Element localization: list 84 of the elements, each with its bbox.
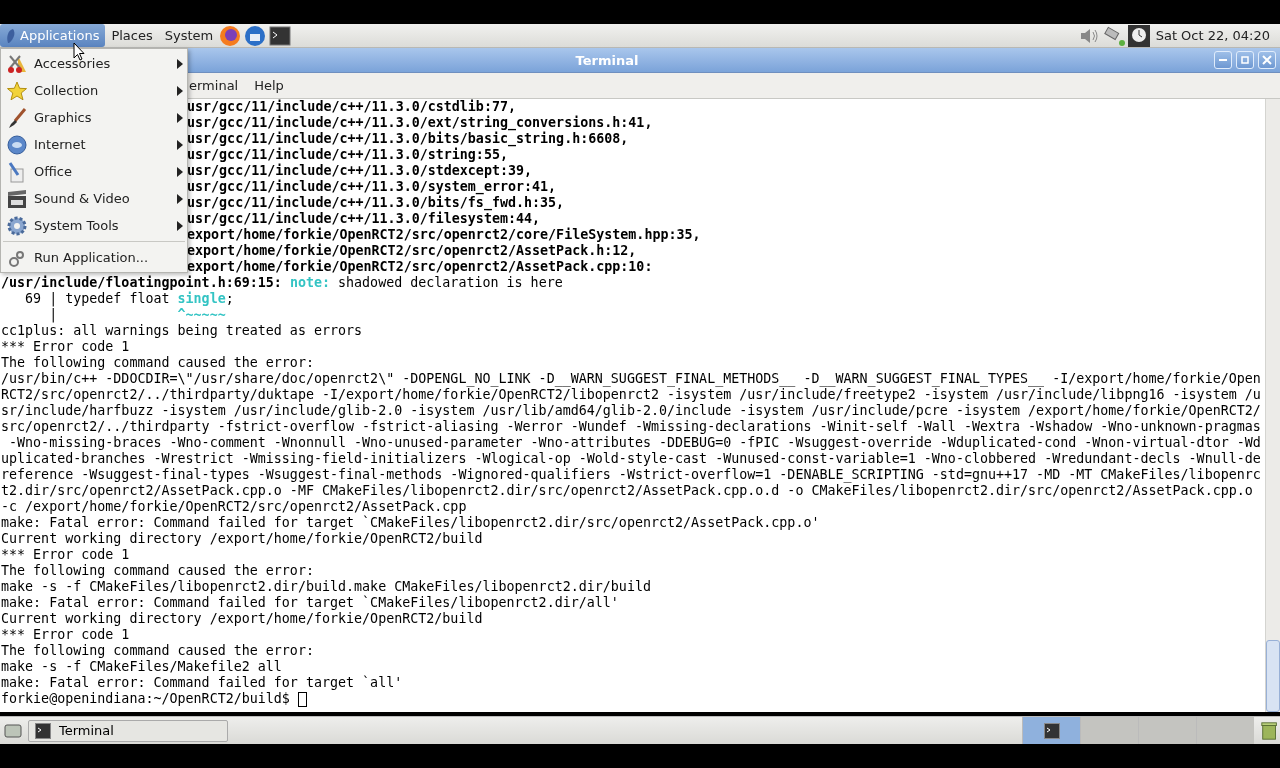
thunderbird-icon xyxy=(244,24,267,47)
terminal-line: export/home/forkie/OpenRCT2/src/openrct2/AssetPack.cpp:10: xyxy=(187,259,653,275)
terminal-line: make: Fatal error: Command failed for target `CMakeFiles/libopenrct2.dir/src/openrct2/AssetPack.cpp.o' xyxy=(1,515,820,531)
trash-icon xyxy=(1260,719,1280,742)
clapper-icon xyxy=(6,187,28,210)
star-icon xyxy=(6,79,28,102)
menu-item[interactable]: erminal xyxy=(187,78,241,93)
menu-entry[interactable]: System Tools xyxy=(1,212,187,239)
terminal-line: make: Fatal error: Command failed for target `all' xyxy=(1,675,403,691)
maximize-icon xyxy=(1241,56,1249,64)
scrollbar-thumb[interactable] xyxy=(1266,640,1280,712)
menu-item[interactable]: Help xyxy=(252,78,286,93)
terminal-line: make -s -f CMakeFiles/Makefile2 all xyxy=(1,659,282,675)
brush-icon xyxy=(6,106,28,129)
menu-entry[interactable]: Collection xyxy=(1,77,187,104)
minimize-icon xyxy=(1219,59,1227,61)
terminal-line: t2.dir/src/openrct2/AssetPack.cpp.o -MF CMakeFiles/libopenrct2.dir/src/openrct2/AssetPack.cpp.o.d -o CMakeFiles/libopenrct2.dir/src/openrct2/AssetPack.cpp.o xyxy=(1,483,1253,499)
menu-entry[interactable]: Run Application... xyxy=(1,244,187,271)
terminal-line: usr/gcc/11/include/c++/11.3.0/system_error:41, xyxy=(187,179,557,195)
workspace-button[interactable] xyxy=(1080,716,1138,745)
clock-icon xyxy=(1127,24,1150,47)
terminal-line: uplicated-branches -Wrestrict -Wmissing-field-initializers -Wlogical-op -Wold-style-cast -Wunused-const-variable=1 -Wno-clobbered -Wredundant-decls -Wnull-de xyxy=(1,451,1261,467)
menu-entry[interactable]: Sound & Video xyxy=(1,185,187,212)
maximize-button[interactable] xyxy=(1236,51,1254,69)
minimize-button[interactable] xyxy=(1214,51,1232,69)
workspace-button[interactable] xyxy=(1196,716,1254,745)
terminal-line: usr/gcc/11/include/c++/11.3.0/ext/string_conversions.h:41, xyxy=(187,115,653,131)
submenu-arrow-icon xyxy=(177,58,183,69)
menu-entry[interactable]: Graphics xyxy=(1,104,187,131)
terminal-line: /usr/bin/c++ -DDOCDIR=\"/usr/share/doc/openrct2\" -DOPENGL_NO_LINK -D__WARN_SUGGEST_FINAL_METHODS__ -D__WARN_SUGGEST_FINAL_TYPES__ -I/export/home/forkie/Open xyxy=(1,371,1261,387)
submenu-arrow-icon xyxy=(177,85,183,96)
workspace-button[interactable] xyxy=(1022,716,1080,745)
menu-entry[interactable]: Internet xyxy=(1,131,187,158)
terminal-icon xyxy=(35,722,51,739)
terminal-icon xyxy=(1043,722,1060,739)
terminal-line: The following command caused the error: xyxy=(1,563,314,579)
terminal-line: *** Error code 1 xyxy=(1,339,130,355)
terminal-line: /usr/include/floatingpoint.h:69:15: note: shadowed declaration is here xyxy=(1,275,563,291)
submenu-arrow-icon xyxy=(177,166,183,177)
terminal-line: Current working directory /export/home/forkie/OpenRCT2/build xyxy=(1,611,483,627)
terminal-line: -c /export/home/forkie/OpenRCT2/src/openrct2/AssetPack.cpp xyxy=(1,499,467,515)
terminal-line: cc1plus: all warnings being treated as errors xyxy=(1,323,363,339)
terminal-line: src/openrct2/../thirdparty -fstrict-overflow -fstrict-aliasing -Werror -Wundef -Wmissing-declarations -Winit-self -Wall -Wextra -Wshadow -Wno-unknown-pragmas xyxy=(1,419,1261,435)
clock-text[interactable]: Sat Oct 22, 04:20 xyxy=(1149,28,1280,43)
terminal-line: 69 | typedef float single; xyxy=(24,291,234,307)
terminal-line: The following command caused the error: xyxy=(1,355,314,371)
terminal-line: *** Error code 1 xyxy=(1,547,130,563)
terminal-line: export/home/forkie/OpenRCT2/src/openrct2/AssetPack.h:12, xyxy=(187,243,637,259)
close-icon xyxy=(1262,55,1272,65)
terminal-line: RCT2/src/openrct2/../thirdparty/duktape -I/export/home/forkie/OpenRCT2/libopenrct2 -isystem /usr/include/freetype2 -isystem /usr/include/libpng16 -isystem /u xyxy=(1,387,1261,403)
terminal-line: Current working directory /export/home/forkie/OpenRCT2/build xyxy=(1,531,483,547)
show-desktop-icon xyxy=(4,722,22,739)
terminal-line: -Wno-missing-braces -Wno-comment -Wnonnull -Wno-unused-parameter -Wno-attributes -DDEBUG=0 -fPIC -Wsuggest-override -Wduplicated-cond -Wnon-virtual-dtor -Wd xyxy=(8,435,1261,451)
panel-menu[interactable]: Places xyxy=(105,24,159,47)
taskbar-button[interactable]: Terminal xyxy=(28,719,228,742)
firefox-icon xyxy=(219,24,242,47)
submenu-arrow-icon xyxy=(177,112,183,123)
scrollbar[interactable] xyxy=(1265,99,1280,712)
terminal-line: | ^~~~~~ xyxy=(48,307,226,323)
submenu-arrow-icon xyxy=(177,139,183,150)
workspace-button[interactable] xyxy=(1138,716,1196,745)
panel-menu[interactable]: System xyxy=(158,24,220,47)
terminal-line: forkie@openindiana:~/OpenRCT2/build$ xyxy=(1,691,291,707)
gear-icon xyxy=(6,214,28,237)
close-button[interactable] xyxy=(1258,51,1276,69)
terminal-line: reference -Wsuggest-final-types -Wsuggest-final-methods -Wignored-qualifiers -Wstrict-overflow=1 -DENABLE_SCRIPTING -std=gnu++17 -MD -MT CMakeFiles/libopenrc xyxy=(1,467,1261,483)
terminal-line: usr/gcc/11/include/c++/11.3.0/filesystem:44, xyxy=(187,211,541,227)
terminal-line: usr/gcc/11/include/c++/11.3.0/stdexcept:39, xyxy=(187,163,533,179)
submenu-arrow-icon xyxy=(177,220,183,231)
globe-icon xyxy=(6,133,28,156)
terminal-line: export/home/forkie/OpenRCT2/src/openrct2/core/FileSystem.hpp:35, xyxy=(187,227,701,243)
terminal-line: usr/gcc/11/include/c++/11.3.0/cstdlib:77, xyxy=(187,99,516,115)
terminal-line: make: Fatal error: Command failed for target `CMakeFiles/libopenrct2.dir/all' xyxy=(1,595,619,611)
terminal-line: The following command caused the error: xyxy=(1,643,314,659)
terminal-line: usr/gcc/11/include/c++/11.3.0/bits/fs_fwd.h:35, xyxy=(187,195,565,211)
terminal-line: usr/gcc/11/include/c++/11.3.0/string:55, xyxy=(187,147,508,163)
terminal-line: make -s -f CMakeFiles/libopenrct2.dir/build.make CMakeFiles/libopenrct2.dir/build xyxy=(1,579,651,595)
menu-entry[interactable]: Office xyxy=(1,158,187,185)
terminal-line: *** Error code 1 xyxy=(1,627,130,643)
terminal-line: sr/include/harfbuzz -isystem /usr/include/glib-2.0 -isystem /usr/lib/amd64/glib-2.0/include -isystem /usr/include/pcre -isystem /export/home/forkie/OpenRCT2/ xyxy=(1,403,1261,419)
submenu-arrow-icon xyxy=(177,193,183,204)
terminal-launcher-icon xyxy=(269,24,292,47)
window-title: Terminal xyxy=(575,52,639,68)
terminal-line: usr/gcc/11/include/c++/11.3.0/bits/basic_string.h:6608, xyxy=(187,131,629,147)
